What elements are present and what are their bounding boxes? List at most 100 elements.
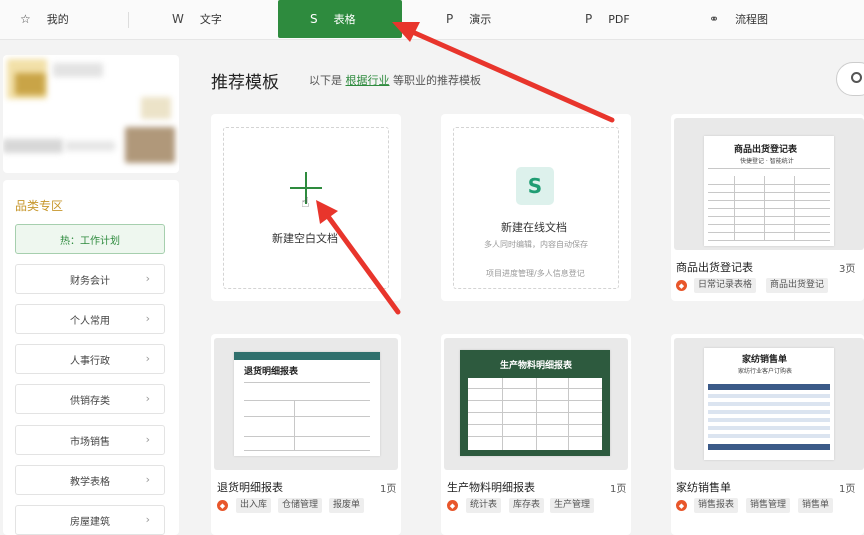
template-thumbnail: 商品出货登记表 快捷登记 · 智能统计 <box>674 118 864 250</box>
chevron-right-icon: › <box>145 473 150 486</box>
category-item-finance[interactable]: 财务会计 › <box>15 264 165 294</box>
template-name: 退货明细报表 <box>217 481 283 494</box>
template-pages: 3页 <box>839 264 856 275</box>
template-pages: 1页 <box>380 484 397 495</box>
pdf-icon: P <box>585 12 593 26</box>
grid-line <box>502 378 503 450</box>
category-item-marketing[interactable]: 市场销售 › <box>15 425 165 455</box>
category-item-hr[interactable]: 人事行政 › <box>15 344 165 374</box>
profile-blur-block <box>53 63 103 77</box>
grid-line <box>708 200 830 201</box>
template-preview: 家纺销售单 家纺行业客户订购表 <box>704 348 834 460</box>
chevron-right-icon: › <box>145 513 150 526</box>
template-tag[interactable]: 销售管理 <box>746 498 791 513</box>
preview-title: 生产物料明细报表 <box>500 361 573 371</box>
chevron-right-icon: › <box>145 272 150 285</box>
avatar-detail <box>15 73 45 95</box>
online-spreadsheet-icon: S <box>516 167 554 205</box>
tab-label: 演示 <box>469 13 492 26</box>
dashed-border <box>453 127 619 289</box>
preview-row <box>708 418 830 422</box>
grid-line <box>244 450 370 451</box>
category-label: 教学表格 <box>70 476 110 488</box>
grid-line <box>244 400 370 401</box>
grid-line <box>708 168 830 169</box>
subtitle-text: 等职业的推荐模板 <box>393 74 481 87</box>
grid-line <box>468 412 602 413</box>
preview-title: 退货明细报表 <box>244 367 299 377</box>
tab-label: 我的 <box>46 13 69 26</box>
template-tag[interactable]: 出入库 <box>236 498 272 513</box>
category-item-construction[interactable]: 房屋建筑 › <box>15 505 165 535</box>
chevron-right-icon: › <box>145 433 150 446</box>
grid-line <box>708 240 830 241</box>
category-item-supply[interactable]: 供销存类 › <box>15 384 165 414</box>
grid-line <box>468 400 602 401</box>
hand-cursor-icon: ☝ <box>301 195 310 211</box>
new-online-doc-hint: 项目进度管理/多人信息登记 <box>486 269 585 278</box>
template-tag[interactable]: 仓储管理 <box>278 498 323 513</box>
template-tag[interactable]: 销售单 <box>798 498 834 513</box>
preview-row <box>708 426 830 430</box>
category-label: 市场销售 <box>70 436 110 448</box>
template-tag[interactable]: 生产管理 <box>550 498 595 513</box>
grid-line <box>244 436 370 437</box>
preview-table <box>468 378 602 450</box>
category-item-teaching[interactable]: 教学表格 › <box>15 465 165 495</box>
new-online-doc-label: 新建在线文档 <box>501 221 567 234</box>
template-tag[interactable]: 日常记录表格 <box>694 278 757 293</box>
grid-line <box>468 388 602 389</box>
industry-link[interactable]: 根据行业 <box>346 74 390 87</box>
profile-blur-block <box>125 127 175 163</box>
page-title: 推荐模板 <box>211 73 279 93</box>
template-tag[interactable]: 销售报表 <box>694 498 739 513</box>
tab-pdf[interactable]: P PDF <box>585 0 630 38</box>
tab-writer[interactable]: W 文字 <box>172 0 222 38</box>
chevron-right-icon: › <box>145 392 150 405</box>
template-thumbnail: 退货明细报表 <box>214 338 398 470</box>
tab-presentation[interactable]: P 演示 <box>446 0 491 38</box>
template-name: 生产物料明细报表 <box>447 481 535 494</box>
grid-line <box>568 378 569 450</box>
template-tag-icon: ◆ <box>676 280 687 291</box>
grid-line <box>536 378 537 450</box>
grid-line <box>468 424 602 425</box>
preview-footer-band <box>708 444 830 450</box>
presentation-icon: P <box>446 12 454 26</box>
template-tag[interactable]: 库存表 <box>509 498 545 513</box>
template-tag[interactable]: 商品出货登记 <box>766 278 829 293</box>
grid-line <box>708 208 830 209</box>
page-subtitle: 以下是 根据行业 等职业的推荐模板 <box>309 72 481 88</box>
grid-line <box>794 176 795 240</box>
grid-line <box>734 176 735 240</box>
preview-row <box>708 434 830 438</box>
tab-flowchart[interactable]: ⚭ 流程图 <box>709 0 768 38</box>
writer-icon: W <box>172 12 184 26</box>
template-pages: 1页 <box>610 484 627 495</box>
preview-title: 家纺销售单 <box>742 355 788 365</box>
preview-row <box>708 402 830 406</box>
category-hot-button[interactable]: 热：工作计划 <box>15 224 165 254</box>
grid-line <box>708 224 830 225</box>
template-tag[interactable]: 统计表 <box>466 498 502 513</box>
template-tag[interactable]: 报废单 <box>329 498 365 513</box>
template-tag-icon: ◆ <box>217 500 228 511</box>
tab-spreadsheet[interactable]: S 表格 <box>278 0 402 38</box>
grid-line <box>708 216 830 217</box>
search-button[interactable] <box>836 62 864 96</box>
preview-subtitle: 家纺行业客户订购表 <box>738 368 793 375</box>
tab-label: PDF <box>608 12 630 26</box>
category-title: 品类专区 <box>15 199 64 213</box>
grid-line <box>708 232 830 233</box>
category-panel: 品类专区 热：工作计划 财务会计 › 个人常用 › 人事行政 › 供销存类 › 市场销售… <box>3 180 179 535</box>
template-pages: 1页 <box>839 484 856 495</box>
category-label: 供销存类 <box>70 395 110 407</box>
template-tag-icon: ◆ <box>676 500 687 511</box>
user-profile-card[interactable] <box>3 55 179 173</box>
star-icon: ☆ <box>20 12 31 26</box>
grid-line <box>244 382 370 383</box>
category-item-personal[interactable]: 个人常用 › <box>15 304 165 334</box>
tab-mine[interactable]: ☆ 我的 <box>20 0 69 38</box>
chevron-right-icon: › <box>145 312 150 325</box>
grid-line <box>244 416 370 417</box>
